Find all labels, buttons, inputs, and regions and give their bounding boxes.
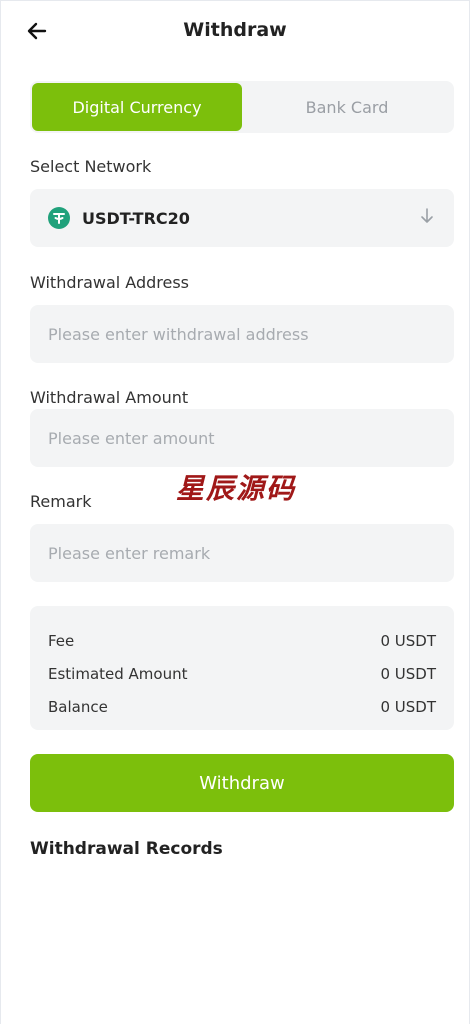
withdraw-page: Withdraw Digital Currency Bank Card Sele… [0,0,470,1024]
address-field-wrapper [30,305,454,363]
header: Withdraw [1,1,469,63]
network-selected-value: USDT-TRC20 [82,208,190,228]
remark-field-wrapper [30,524,454,582]
balance-row: Balance 0 USDT [48,690,436,723]
amount-label: Withdrawal Amount [30,388,189,407]
arrow-down-icon [418,207,436,229]
remark-input[interactable] [30,524,454,582]
tether-icon [48,207,70,229]
withdrawal-records-title: Withdrawal Records [30,839,223,859]
estimated-amount-label: Estimated Amount [48,664,188,683]
tab-bank-card[interactable]: Bank Card [242,83,452,131]
balance-label: Balance [48,697,108,716]
fee-label: Fee [48,631,75,650]
estimated-amount-row: Estimated Amount 0 USDT [48,657,436,690]
tab-digital-currency[interactable]: Digital Currency [32,83,242,131]
page-title: Withdraw [183,19,287,41]
network-select[interactable]: USDT-TRC20 [30,189,454,247]
amount-input[interactable] [30,409,454,467]
address-input[interactable] [30,305,454,363]
amount-field-wrapper [30,409,454,467]
fee-value: 0 USDT [380,631,436,650]
estimated-amount-value: 0 USDT [380,664,436,683]
fee-row: Fee 0 USDT [48,624,436,657]
watermark-text: 星辰源码 [176,472,297,505]
withdraw-button[interactable]: Withdraw [30,754,454,812]
remark-label: Remark [30,492,92,511]
network-label: Select Network [30,157,152,176]
address-label: Withdrawal Address [30,273,190,292]
summary-panel: Fee 0 USDT Estimated Amount 0 USDT Balan… [30,606,454,730]
balance-value: 0 USDT [380,697,436,716]
tab-bar: Digital Currency Bank Card [30,81,454,133]
